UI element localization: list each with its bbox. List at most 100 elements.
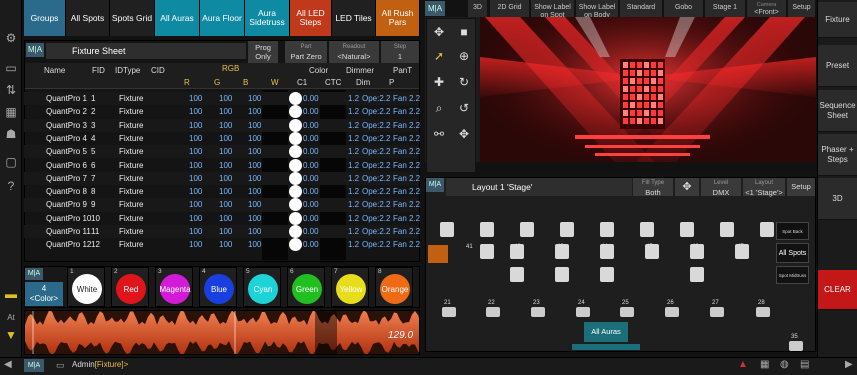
color-preset-green[interactable]: 6 Green [287,267,325,307]
keyboard-icon[interactable]: ▬ [0,284,22,304]
window-icon[interactable]: ▭ [0,58,22,78]
layout-move-icon[interactable]: ✥ [675,178,699,196]
help-icon[interactable]: ? [0,176,22,196]
layout-fixture[interactable] [480,222,494,237]
readout-select[interactable]: Readout <Natural> [329,41,379,63]
color-preset-red[interactable]: 2 Red [111,267,149,307]
viewer-toolbar-button[interactable]: 3D [468,0,488,17]
layout-fixture[interactable] [640,222,654,237]
cmd-back-icon[interactable]: ◀ [4,359,12,370]
zoom-icon[interactable]: ⌕ [427,96,451,120]
link-icon[interactable]: ⚯ [427,122,451,146]
layout-fixture[interactable] [690,267,704,282]
3d-viewer-canvas[interactable] [425,17,816,174]
color-preset-orange[interactable]: 8 Orange [375,267,413,307]
layout-fixture[interactable] [510,267,524,282]
layout-fixture[interactable] [756,307,770,317]
phaser-steps-button[interactable]: Phaser + Steps [818,134,857,176]
keyboard-icon-cmd[interactable]: ▭ [56,360,65,371]
layout-fixture[interactable] [620,307,634,317]
layout-fixture[interactable] [710,307,724,317]
layout-orange-item[interactable] [428,245,448,263]
forward-icon[interactable]: ▶ [845,359,853,370]
layout-fixture[interactable] [720,222,734,237]
clear-button[interactable]: CLEAR [818,270,857,310]
tile-all-spots[interactable]: All Spots [66,0,110,36]
table-row[interactable]: QuantPro 11 11 Fixture 100 100 100 0.00 1.2 Ope:… [24,225,420,239]
layout-fixture[interactable] [576,307,590,317]
table-row[interactable]: QuantPro 5 5 Fixture 100 100 100 0.00 1.2 Ope:2.… [24,145,420,159]
viewer-toolbar-button[interactable]: Standard [620,0,663,17]
layout-fixture[interactable] [480,244,494,259]
3d-view-button[interactable]: 3D [818,178,857,220]
layout-fixture[interactable] [760,222,774,237]
layout-fixture[interactable] [442,307,456,317]
layout-fixture[interactable] [560,222,574,237]
tile-aura-floor[interactable]: Aura Floor [200,0,245,36]
level-select[interactable]: Level DMX [701,178,741,197]
color-preset-magenta[interactable]: 3 Magenta [155,267,193,307]
layout-fixture[interactable] [486,307,500,317]
viewer-toolbar-button[interactable]: Gobo [664,0,704,17]
globe-icon[interactable]: ◍ [780,359,789,370]
layout-fixture[interactable] [531,307,545,317]
table-row[interactable]: QuantPro 7 7 Fixture 100 100 100 0.00 1.2 Ope:2.… [24,171,420,186]
filter-icon[interactable]: ▼ [0,325,22,345]
table-row[interactable]: QuantPro 3 3 Fixture 100 100 100 0.00 1.2 Ope:2.… [24,118,420,132]
layout-fixture[interactable] [520,222,534,237]
tile-led-tiles[interactable]: LED Tiles [332,0,376,36]
plus-icon[interactable]: ✚ [427,70,451,94]
fill-type-select[interactable]: Fill Type Both [633,178,673,197]
color-preset-yellow[interactable]: 7 Yellow [331,267,369,307]
color-preset-white[interactable]: 1 White [67,267,105,307]
layout-fixture[interactable] [600,222,614,237]
sequence-sheet-button[interactable]: Sequence Sheet [818,90,857,132]
warning-icon[interactable]: ▲ [738,359,748,370]
all-spots-button[interactable]: All Spots [776,243,809,263]
layout-fixture[interactable] [440,222,454,237]
gear-icon[interactable]: ⚙ [0,28,22,48]
monitor-icon[interactable]: ▢ [0,152,22,172]
preset-view-button[interactable]: Preset [818,45,857,87]
command-line-input[interactable]: Admin[Fixture]> [72,360,732,372]
tile-spots-grid[interactable]: Spots Grid [110,0,155,36]
table-row[interactable]: QuantPro 1 1 Fixture 100 100 100 0.00 1.2 Ope:2.… [24,92,420,106]
layout-fixture[interactable] [555,267,569,282]
viewer-toolbar-button[interactable]: 2D Grid [490,0,530,17]
color-preset-cyan[interactable]: 5 Cyan [243,267,281,307]
part-select[interactable]: Part Part Zero [285,41,327,63]
layout-fixture[interactable] [789,341,803,351]
layout-select[interactable]: Layout <1 'Stage'> [743,178,785,197]
pan-icon[interactable]: ✥ [452,122,476,146]
window-icon-cmd[interactable]: ▦ [760,359,769,370]
tile-groups[interactable]: Groups [24,0,66,36]
tile-aura-sidetruss[interactable]: Aura Sidetruss [245,0,290,36]
all-auras-button[interactable]: All Auras [584,322,628,342]
table-row[interactable]: QuantPro 4 4 Fixture 100 100 100 0.00 1.2 Ope:2.… [24,131,420,145]
layout-fixture[interactable] [600,267,614,282]
grid-icon[interactable]: ▦ [0,102,22,122]
tile-all-rush-pars[interactable]: All Rush Pars [376,0,420,36]
viewer-toolbar-button[interactable]: Show Label on Spot [531,0,575,19]
color-pool-header[interactable]: 4 <Color> [25,282,63,306]
camera-icon[interactable]: ■ [452,20,476,44]
step-select[interactable]: Step 1 [381,41,419,63]
timecode-waveform[interactable] [24,310,420,355]
move-icon[interactable]: ✥ [427,20,451,44]
tile-all-auras[interactable]: All Auras [155,0,200,36]
table-row[interactable]: QuantPro 2 2 Fixture 100 100 100 0.00 1.2 Ope:2.… [24,105,420,119]
viewer-toolbar-button[interactable]: Camera <Front> [747,0,787,17]
layout-setup-button[interactable]: Setup [787,178,815,196]
orbit-icon[interactable]: ↺ [452,96,476,120]
viewer-toolbar-button[interactable]: Setup [788,0,816,17]
target-icon[interactable]: ⊕ [452,44,476,68]
viewer-toolbar-button[interactable]: Stage 1 [705,0,746,17]
spot-midtruss-button[interactable]: Spot Midtruss [776,266,809,284]
prog-only-button[interactable]: Prog Only [248,41,278,63]
table-row[interactable]: QuantPro 9 9 Fixture 100 100 100 0.00 1.2 Ope:2.… [24,198,420,212]
color-preset-blue[interactable]: 4 Blue [199,267,237,307]
table-row[interactable]: QuantPro 8 8 Fixture 100 100 100 0.00 1.2 Ope:2.… [24,185,420,199]
layout-fixture[interactable] [680,222,694,237]
fixture-view-button[interactable]: Fixture [818,2,857,38]
table-row[interactable]: QuantPro 12 12 Fixture 100 100 100 0.00 1.2 Ope:… [24,238,420,252]
